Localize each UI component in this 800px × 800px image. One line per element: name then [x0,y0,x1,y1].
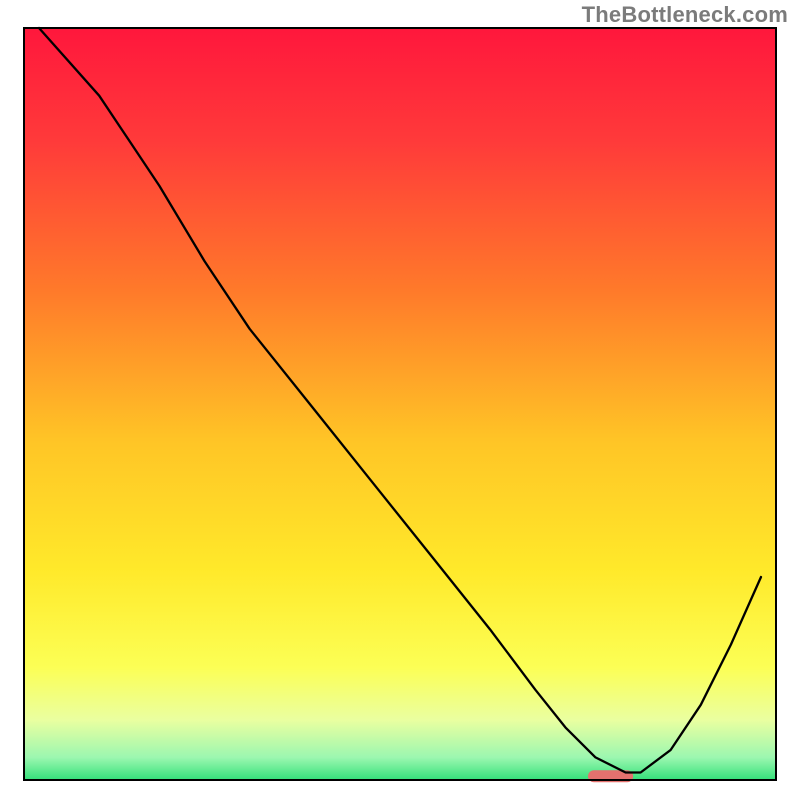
bottleneck-chart [0,0,800,800]
gradient-background [24,28,776,780]
chart-container: TheBottleneck.com [0,0,800,800]
watermark-text: TheBottleneck.com [582,2,788,28]
plot-area [24,28,776,782]
